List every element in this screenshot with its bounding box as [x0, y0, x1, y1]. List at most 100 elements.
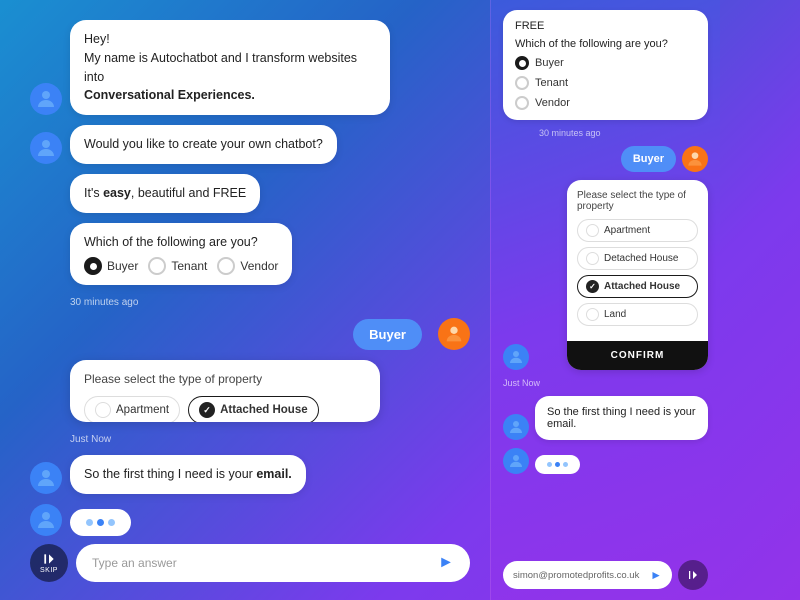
bot-email-message: So the first thing I need is your email.: [30, 455, 470, 494]
user-bubble-buyer: Buyer: [353, 319, 422, 350]
right-prop-apartment-label: Apartment: [604, 225, 650, 236]
right-input-placeholder: simon@promotedprofits.co.uk: [513, 570, 639, 581]
right-free-label: FREE: [515, 20, 696, 32]
right-bot-avatar-dots: [503, 448, 529, 474]
radio-buyer-label: Buyer: [107, 257, 138, 275]
right-skip-button[interactable]: [678, 560, 708, 590]
radio-buyer[interactable]: Buyer: [84, 257, 138, 275]
right-bot-property-row: Please select the type of property Apart…: [503, 180, 708, 370]
right-typing-row: [503, 448, 708, 474]
timestamp-1: 30 minutes ago: [70, 297, 470, 308]
bot-message-which: Which of the following are you? Buyer Te…: [30, 223, 470, 286]
right-confirm-button[interactable]: CONFIRM: [567, 341, 708, 370]
right-prop-apartment-check: [586, 224, 599, 237]
right-input-row: simon@promotedprofits.co.uk ►: [503, 560, 708, 590]
radio-tenant[interactable]: Tenant: [148, 257, 207, 275]
right-radio-vendor-label: Vendor: [535, 97, 570, 109]
chat-messages: Hey! My name is Autochatbot and I transf…: [30, 20, 470, 536]
radio-vendor-label: Vendor: [240, 257, 278, 275]
skip-label: SKIP: [40, 567, 58, 574]
right-prop-detached[interactable]: Detached House: [577, 247, 698, 270]
prop-attached-house[interactable]: ✓ Attached House: [188, 396, 319, 422]
right-bot-avatar-prop: [503, 344, 529, 370]
right-just-now: Just Now: [503, 378, 708, 388]
intro-bubble: Hey! My name is Autochatbot and I transf…: [70, 20, 390, 115]
right-user-buyer-row: Buyer: [503, 146, 708, 172]
user-avatar: [438, 318, 470, 350]
right-prop-apartment[interactable]: Apartment: [577, 219, 698, 242]
radio-vendor[interactable]: Vendor: [217, 257, 278, 275]
right-prop-land[interactable]: Land: [577, 303, 698, 326]
bot-avatar: [30, 83, 62, 115]
radio-tenant-circle: [148, 257, 166, 275]
right-prop-attached-check: ✓: [586, 280, 599, 293]
which-bubble: Which of the following are you? Buyer Te…: [70, 223, 292, 286]
right-user-avatar: [682, 146, 708, 172]
dot-1: [86, 519, 93, 526]
intro-line1: Hey!: [84, 32, 110, 46]
right-prop-detached-label: Detached House: [604, 253, 679, 264]
q2-text: Would you like to create your own chatbo…: [84, 137, 323, 151]
right-prop-detached-check: [586, 252, 599, 265]
right-radio-buyer-circle: [515, 56, 529, 70]
email-pre: So the first thing I need is your: [84, 467, 256, 481]
dot-2: [97, 519, 104, 526]
input-row: SKIP Type an answer ►: [30, 544, 470, 590]
right-bot-avatar-email: [503, 414, 529, 440]
bot-avatar-email: [30, 462, 62, 494]
right-email-msg: So the first thing I need is your email.: [547, 406, 696, 430]
right-radio-tenant-label: Tenant: [535, 77, 568, 89]
property-selector-card: Please select the type of property Apart…: [70, 360, 380, 422]
dot-3: [108, 519, 115, 526]
right-prop-attached[interactable]: ✓ Attached House: [577, 275, 698, 298]
bot-message-easy: It's easy, beautiful and FREE: [30, 174, 470, 213]
which-question: Which of the following are you?: [84, 233, 278, 252]
intro-line2: My name is Autochatbot and I transform w…: [84, 51, 357, 84]
right-prop-land-check: [586, 308, 599, 321]
send-icon[interactable]: ►: [438, 554, 454, 572]
easy-text: It's easy, beautiful and FREE: [84, 186, 246, 200]
right-property-area: Please select the type of property Apart…: [503, 180, 708, 370]
just-now-label: Just Now: [70, 434, 470, 445]
right-dot-1: [547, 462, 552, 467]
text-input[interactable]: Type an answer ►: [76, 544, 470, 582]
right-typing-bubble: [535, 455, 580, 474]
bot-typing: [30, 504, 470, 536]
bot-message-q2: Would you like to create your own chatbo…: [30, 125, 470, 164]
right-text-input[interactable]: simon@promotedprofits.co.uk ►: [503, 561, 672, 589]
prop-apartment[interactable]: Apartment: [84, 396, 180, 422]
right-dot-3: [563, 462, 568, 467]
radio-tenant-label: Tenant: [171, 257, 207, 275]
email-bold: email.: [256, 467, 291, 481]
right-radio-tenant[interactable]: Tenant: [515, 76, 696, 90]
right-timestamp: 30 minutes ago: [539, 128, 708, 138]
easy-bubble: It's easy, beautiful and FREE: [70, 174, 260, 213]
right-send-icon[interactable]: ►: [650, 568, 662, 582]
email-bubble: So the first thing I need is your email.: [70, 455, 306, 494]
bot-avatar-2: [30, 132, 62, 164]
right-property-title: Please select the type of property: [577, 190, 698, 212]
radio-vendor-circle: [217, 257, 235, 275]
right-free-bubble: FREE Which of the following are you? Buy…: [503, 10, 708, 120]
bot-avatar-typing: [30, 504, 62, 536]
right-radio-vendor-circle: [515, 96, 529, 110]
property-title: Please select the type of property: [84, 372, 366, 386]
typing-bubble: [70, 509, 131, 536]
skip-button[interactable]: SKIP: [30, 544, 68, 582]
right-radio-vendor[interactable]: Vendor: [515, 96, 696, 110]
right-which-question: Which of the following are you?: [515, 38, 696, 50]
right-bot-email-row: So the first thing I need is your email.: [503, 396, 708, 440]
right-radio-buyer[interactable]: Buyer: [515, 56, 696, 70]
property-card-body: Please select the type of property Apart…: [70, 360, 380, 422]
prop-apartment-label: Apartment: [116, 404, 169, 416]
property-options-row: Apartment ✓ Attached House Land: [84, 396, 366, 422]
right-prop-attached-label: Attached House: [604, 281, 680, 292]
prop-attached-label: Attached House: [220, 404, 308, 416]
right-radio-tenant-circle: [515, 76, 529, 90]
input-placeholder: Type an answer: [92, 556, 177, 570]
intro-bold: Conversational Experiences.: [84, 88, 255, 102]
right-radio-buyer-label: Buyer: [535, 57, 564, 69]
right-prop-land-label: Land: [604, 309, 626, 320]
q2-bubble: Would you like to create your own chatbo…: [70, 125, 337, 164]
prop-apartment-check: [95, 402, 111, 418]
